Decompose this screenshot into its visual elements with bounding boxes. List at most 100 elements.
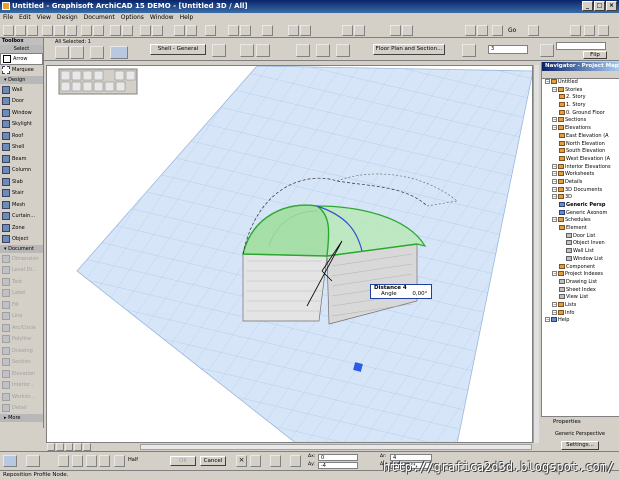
- wave-icon[interactable]: [256, 44, 270, 57]
- go-label[interactable]: Go: [508, 27, 516, 34]
- expand-toggle-icon[interactable]: −: [552, 86, 557, 92]
- new-icon[interactable]: [3, 25, 14, 36]
- navigator-item[interactable]: − 3D: [542, 194, 619, 202]
- pet-elevate-icon[interactable]: [93, 70, 104, 81]
- navigator-item[interactable]: 2. Story: [542, 94, 619, 102]
- tool-beam[interactable]: Beam: [0, 153, 43, 165]
- more-section[interactable]: ▸ More: [0, 414, 43, 422]
- pet-curve-icon[interactable]: [125, 70, 136, 81]
- snap-icon[interactable]: [26, 455, 40, 467]
- maximize-button[interactable]: □: [594, 1, 605, 11]
- zoom-out-small-icon[interactable]: [56, 443, 64, 451]
- zoom-out-icon[interactable]: [300, 25, 311, 36]
- horizontal-scrollbar[interactable]: [140, 444, 532, 450]
- publish-icon[interactable]: [584, 25, 595, 36]
- relative-coord-icon[interactable]: [250, 455, 261, 467]
- document-section[interactable]: ▾ Document: [0, 245, 43, 253]
- floor-plan-section-button[interactable]: Floor Plan and Section...: [373, 44, 445, 55]
- navigator-item[interactable]: Window List: [542, 255, 619, 264]
- navigator-item[interactable]: − 3D Documents: [542, 186, 619, 195]
- geometry-method-icon[interactable]: [212, 44, 226, 57]
- navigator-item[interactable]: North Elevation: [542, 140, 619, 149]
- tool-door[interactable]: Door: [0, 96, 43, 108]
- angle-icon[interactable]: [540, 44, 554, 57]
- menu-options[interactable]: Options: [121, 13, 144, 23]
- pet-mirror-icon[interactable]: [82, 70, 93, 81]
- dx-field[interactable]: 0: [318, 454, 358, 461]
- settings-button[interactable]: Settings...: [561, 441, 599, 450]
- menu-window[interactable]: Window: [150, 13, 174, 23]
- navigator-item[interactable]: Component: [542, 263, 619, 272]
- shell-settings-button[interactable]: Shell - General: [150, 44, 206, 55]
- navigator-item[interactable]: Wall List: [542, 248, 619, 256]
- navigator-item[interactable]: 1. Story: [542, 102, 619, 110]
- navigator-item[interactable]: − Sections: [542, 117, 619, 125]
- pet-rotate-icon[interactable]: [71, 70, 82, 81]
- navigator-item[interactable]: Door List: [542, 232, 619, 241]
- orbit-icon[interactable]: [342, 25, 353, 36]
- back-icon[interactable]: [528, 25, 539, 36]
- pet-offset-icon[interactable]: [114, 70, 125, 81]
- menu-document[interactable]: Document: [84, 13, 115, 23]
- navigator-item[interactable]: − Details: [542, 178, 619, 187]
- tool-marquee[interactable]: Marquee: [0, 65, 43, 77]
- 3d-view-icon[interactable]: [110, 25, 121, 36]
- tool-drawing[interactable]: Drawing: [0, 345, 43, 357]
- menu-help[interactable]: Help: [180, 13, 194, 23]
- cube-view-icon[interactable]: [465, 25, 476, 36]
- half-label[interactable]: Half: [128, 457, 138, 463]
- expand-toggle-icon[interactable]: −: [545, 79, 550, 84]
- thickness-field[interactable]: 3: [488, 45, 528, 54]
- layers-icon[interactable]: [140, 25, 151, 36]
- tool-section[interactable]: Section: [0, 357, 43, 369]
- menu-design[interactable]: Design: [57, 13, 78, 23]
- shell-icon[interactable]: [55, 46, 69, 59]
- navigator-item[interactable]: East Elevation (A: [542, 132, 619, 141]
- archicad-app-icon[interactable]: [2, 2, 10, 10]
- tool-level-dimension[interactable]: Level Di...: [0, 265, 43, 277]
- tool-text[interactable]: Text: [0, 276, 43, 288]
- 3d-viewport[interactable]: Distance 4 Angle 0,00°: [46, 65, 533, 443]
- tool-arc-circle[interactable]: Arc/Circle: [0, 322, 43, 334]
- navigator-item[interactable]: − Worksheets: [542, 171, 619, 179]
- special-snap-icon[interactable]: [114, 455, 125, 467]
- expand-toggle-icon[interactable]: −: [552, 171, 557, 177]
- pet-move-icon[interactable]: [60, 70, 71, 81]
- angle-value[interactable]: 0,00°: [412, 291, 427, 297]
- guide-line-icon[interactable]: [58, 455, 69, 467]
- navigator-item[interactable]: − Stories: [542, 86, 619, 95]
- origin-icon[interactable]: [270, 455, 281, 467]
- expand-toggle-icon[interactable]: −: [552, 125, 557, 131]
- tool-column[interactable]: Column: [0, 165, 43, 177]
- previous-zoom-icon[interactable]: [74, 443, 82, 451]
- expand-toggle-icon[interactable]: −: [552, 271, 557, 277]
- grid-snap-icon[interactable]: [240, 25, 251, 36]
- expand-toggle-icon[interactable]: −: [545, 317, 550, 323]
- pet-stretch-icon[interactable]: [60, 81, 71, 92]
- navigator-item[interactable]: View List: [542, 294, 619, 302]
- save-icon[interactable]: [27, 25, 38, 36]
- navigator-item[interactable]: − Lists: [542, 301, 619, 310]
- expand-toggle-icon[interactable]: −: [552, 163, 557, 169]
- ruled-shell-icon[interactable]: [110, 46, 128, 59]
- tool-arrow[interactable]: Arrow: [0, 53, 43, 65]
- layout-icon[interactable]: [570, 25, 581, 36]
- profile-icon[interactable]: [296, 44, 310, 57]
- parallel-icon[interactable]: [86, 455, 97, 467]
- tool-object[interactable]: Object: [0, 234, 43, 246]
- revolved-shell-icon[interactable]: [90, 46, 104, 59]
- cut-icon[interactable]: [42, 25, 53, 36]
- expand-toggle-icon[interactable]: −: [552, 309, 557, 315]
- copy-icon[interactable]: [54, 25, 65, 36]
- pan-icon[interactable]: [354, 25, 365, 36]
- open-icon[interactable]: [15, 25, 26, 36]
- tool-curtain-wall[interactable]: Curtain...: [0, 211, 43, 223]
- ok-button[interactable]: OK: [170, 456, 196, 466]
- navigator-item[interactable]: Generic Axonom: [542, 209, 619, 218]
- tool-shell[interactable]: Shell: [0, 142, 43, 154]
- expand-toggle-icon[interactable]: −: [552, 117, 557, 123]
- navigator-icon[interactable]: [492, 25, 503, 36]
- dy-field[interactable]: -4: [318, 462, 358, 469]
- undo-icon[interactable]: [81, 25, 92, 36]
- angle-field[interactable]: [556, 42, 606, 50]
